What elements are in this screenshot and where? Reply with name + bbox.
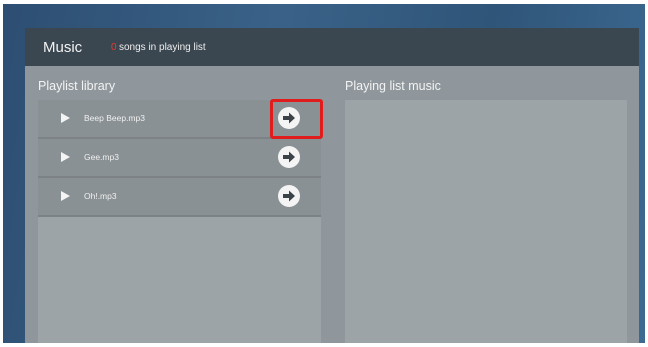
music-app-window: Music 0 songs in playing list Playlist l… <box>25 28 639 343</box>
arrow-right-icon[interactable] <box>278 146 300 168</box>
song-name: Gee.mp3 <box>84 152 119 162</box>
playlist-library-panel: Beep Beep.mp3 Gee.mp3 Oh!.mp3 <box>38 99 323 343</box>
playing-list-panel[interactable] <box>345 100 627 343</box>
playing-list-title: Playing list music <box>345 79 441 93</box>
app-header: Music 0 songs in playing list <box>25 28 639 66</box>
play-icon[interactable] <box>61 191 70 201</box>
play-icon[interactable] <box>61 152 70 162</box>
song-count-value: 0 <box>111 42 117 53</box>
song-count-label: songs in playing list <box>119 42 206 53</box>
song-row[interactable]: Beep Beep.mp3 <box>38 99 323 139</box>
highlight-box <box>270 99 323 139</box>
playlist-library-title: Playlist library <box>38 79 116 93</box>
desktop-background: Music 0 songs in playing list Playlist l… <box>3 4 645 343</box>
arrow-right-icon[interactable] <box>278 185 300 207</box>
play-icon[interactable] <box>61 113 70 123</box>
song-row[interactable]: Oh!.mp3 <box>38 178 321 217</box>
song-name: Beep Beep.mp3 <box>84 113 145 123</box>
song-row[interactable]: Gee.mp3 <box>38 139 321 178</box>
app-title: Music <box>43 39 83 56</box>
song-name: Oh!.mp3 <box>84 191 117 201</box>
